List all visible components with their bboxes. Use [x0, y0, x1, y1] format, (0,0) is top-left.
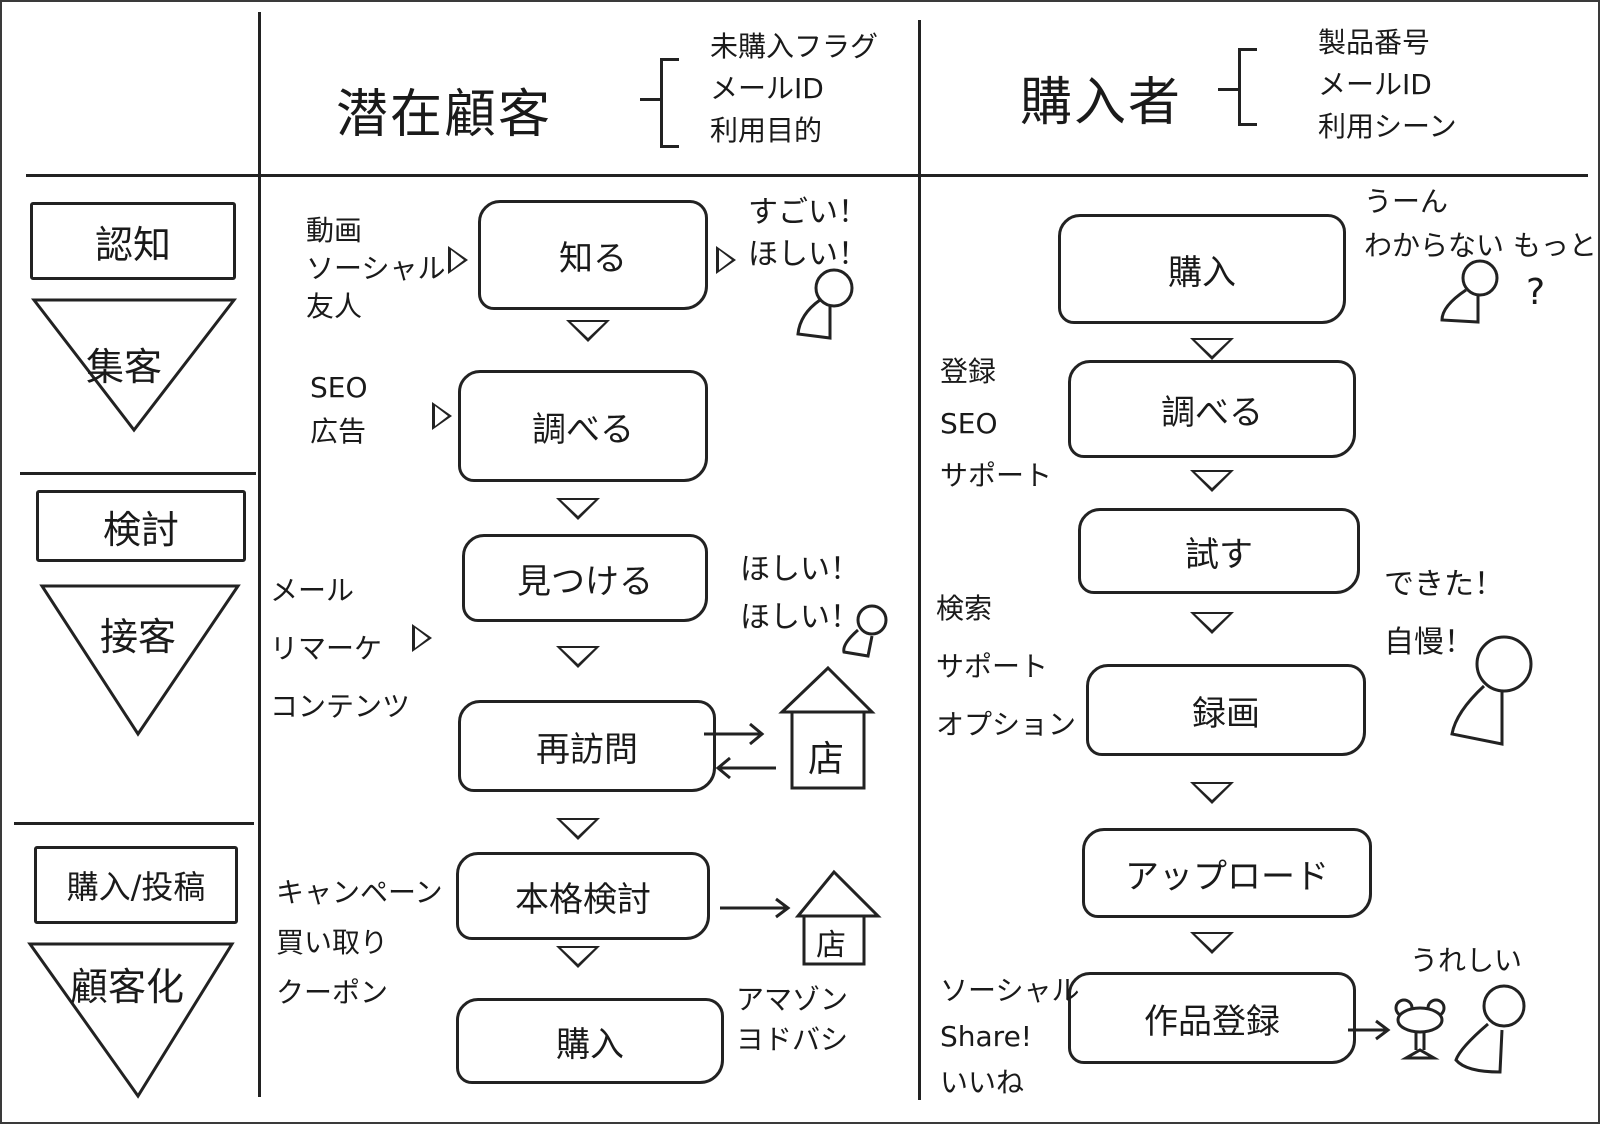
- prospect-bracket: [660, 58, 679, 148]
- buyer-step-try: 試す: [1078, 508, 1360, 594]
- prospect-step-know: 知る: [478, 200, 708, 310]
- buyer-arrow-1: [1190, 338, 1234, 360]
- prospect-channel-arrow-3: [412, 624, 432, 652]
- prospect-step-find: 見つける: [462, 534, 708, 622]
- buyer-reaction-purchase: うーん わからない もっと: [1364, 185, 1597, 262]
- prospect-channel-arrow-1: [448, 246, 468, 274]
- register-trophy-arrow: [1348, 1019, 1391, 1041]
- prospect-channel-nurture: メール リマーケ コンテンツ: [270, 574, 411, 723]
- buyer-step-register-work: 作品登録: [1068, 972, 1356, 1064]
- prospect-bracket-stem: [640, 98, 662, 101]
- person-excited-icon: [796, 268, 854, 340]
- person-confused-icon: [1440, 259, 1499, 324]
- consideration-store-arrow: [720, 897, 791, 919]
- buyer-step-purchase: 購入: [1058, 214, 1346, 324]
- prospect-step-serious-consideration: 本格検討: [456, 852, 710, 940]
- buyer-bracket: [1238, 48, 1257, 126]
- buyer-arrow-3: [1190, 612, 1234, 634]
- header-divider: [26, 174, 1588, 177]
- prospect-channel-arrow-2: [432, 402, 452, 430]
- person-proud-icon: [1450, 635, 1533, 746]
- funnel-acquisition-label: 集客: [85, 345, 162, 389]
- buyer-attr-email-id: メールID: [1318, 68, 1432, 101]
- buyer-channel-social: ソーシャル Share! いいね: [940, 974, 1080, 1099]
- buyer-attributes: 製品番号 メールID 利用シーン: [1318, 22, 1457, 148]
- stage-consideration: 検討: [36, 490, 246, 562]
- stage-purchase-post: 購入/投稿: [34, 846, 238, 924]
- store-label-consideration: 店: [816, 928, 846, 963]
- buyer-reaction-register: うれしい: [1410, 944, 1523, 977]
- buyer-step-record: 録画: [1086, 664, 1366, 756]
- buyer-channel-search-support: 検索 サポート オプション: [936, 592, 1077, 741]
- buyer-attr-product-number: 製品番号: [1318, 26, 1431, 59]
- prospect-channel-search: SEO 広告: [310, 371, 368, 448]
- buyer-attr-usage-scene: 利用シーン: [1318, 110, 1457, 143]
- store-label-revisit: 店: [808, 739, 845, 780]
- prospect-reaction-arrow: [716, 246, 736, 274]
- buyer-column-title: 購入者: [1020, 73, 1183, 133]
- prospect-step-purchase: 購入: [456, 998, 724, 1084]
- column-divider-middle: [918, 20, 921, 1100]
- stage-divider-1: [20, 472, 256, 475]
- prospect-arrow-4: [556, 818, 600, 840]
- prospect-attr-usage-purpose: 利用目的: [710, 114, 823, 147]
- prospect-arrow-3: [556, 646, 600, 668]
- prospect-arrow-1: [566, 320, 610, 342]
- revisit-store-arrows: [704, 722, 776, 780]
- funnel-customerization-label: 顧客化: [69, 965, 184, 1009]
- buyer-step-research: 調べる: [1068, 360, 1356, 458]
- buyer-channel-support: 登録 SEO サポート: [940, 355, 1053, 492]
- buyer-arrow-5: [1190, 932, 1234, 954]
- prospect-column-title: 潜在顧客: [336, 85, 553, 145]
- stage-awareness: 認知: [30, 202, 236, 280]
- prospect-channel-promotion: キャンペーン 買い取り クーポン: [276, 876, 443, 1009]
- person-wanting-icon: [842, 604, 888, 658]
- prospect-arrow-5: [556, 946, 600, 968]
- buyer-arrow-2: [1190, 470, 1234, 492]
- trophy-icon: [1394, 998, 1446, 1060]
- prospect-channel-awareness: 動画 ソーシャル 友人: [306, 214, 446, 323]
- buyer-question-mark: ?: [1526, 272, 1546, 313]
- funnel-service-label: 接客: [99, 615, 176, 659]
- person-happy-icon: [1454, 984, 1526, 1074]
- prospect-step-research: 調べる: [458, 370, 708, 482]
- prospect-attributes: 未購入フラグ メールID 利用目的: [710, 26, 878, 152]
- prospect-retailers: アマゾン ヨドバシ: [736, 983, 849, 1056]
- buyer-bracket-stem: [1218, 88, 1240, 91]
- stage-divider-2: [14, 822, 254, 825]
- prospect-attr-email-id: メールID: [710, 72, 824, 105]
- prospect-arrow-2: [556, 498, 600, 520]
- buyer-arrow-4: [1190, 782, 1234, 804]
- buyer-step-upload: アップロード: [1082, 828, 1372, 918]
- prospect-attr-not-purchased-flag: 未購入フラグ: [710, 30, 879, 63]
- prospect-step-revisit: 再訪問: [458, 700, 716, 792]
